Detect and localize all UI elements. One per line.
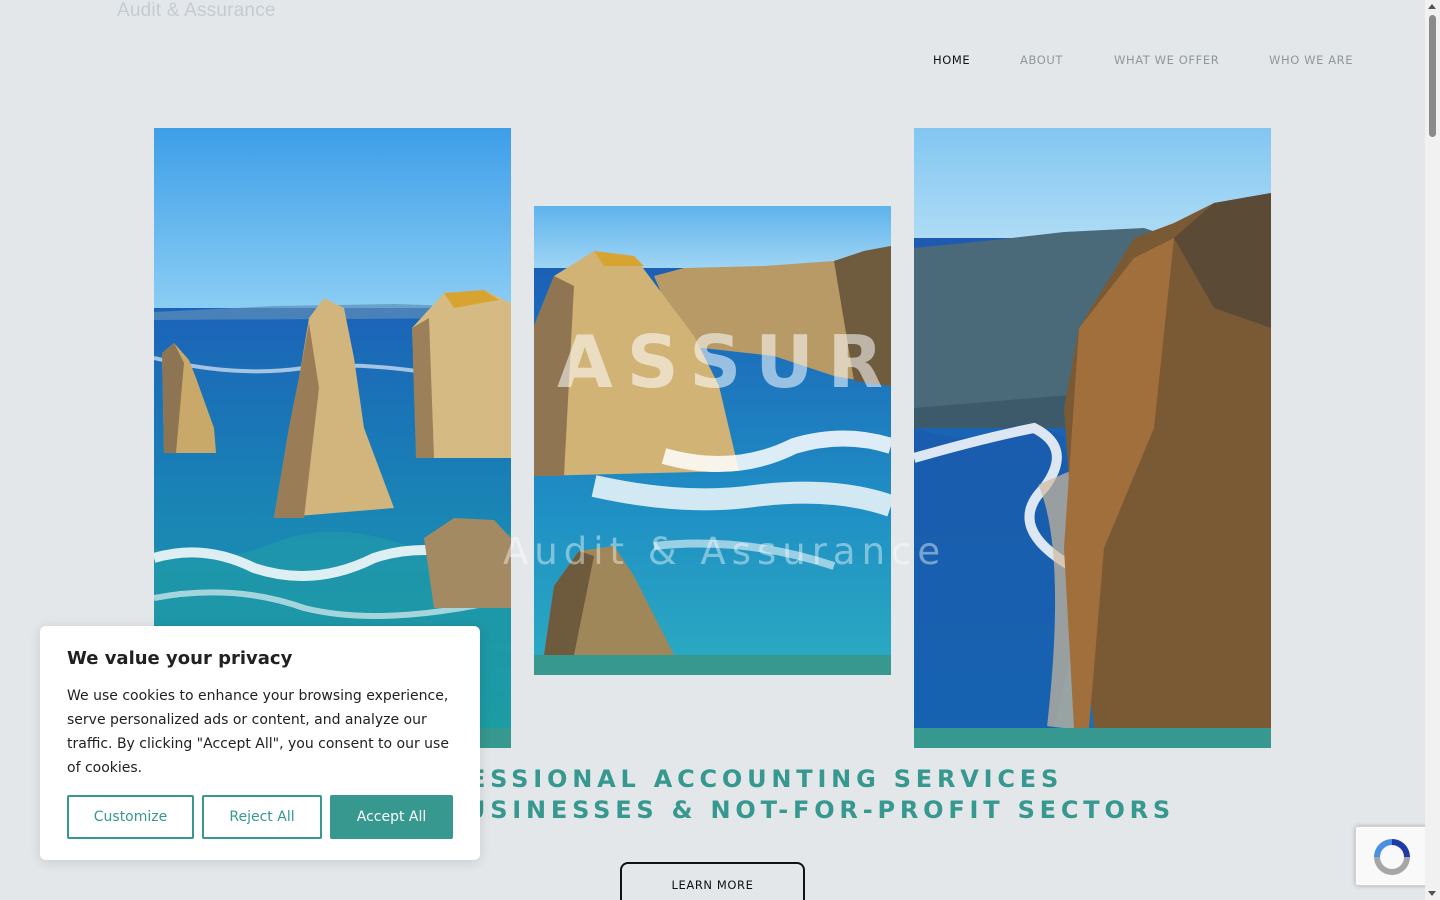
- nav-item-who-we-are[interactable]: WHO WE ARE: [1269, 53, 1353, 67]
- recaptcha-icon: [1374, 839, 1410, 875]
- panel-accent-bar: [534, 655, 891, 675]
- nav-item-home[interactable]: HOME: [933, 53, 970, 67]
- cookie-consent-banner: We value your privacy We use cookies to …: [40, 626, 480, 860]
- reject-all-button[interactable]: Reject All: [202, 795, 322, 839]
- recaptcha-badge[interactable]: [1355, 826, 1430, 886]
- hero-heading: ASSUR: [557, 320, 898, 404]
- customize-button[interactable]: Customize: [67, 795, 194, 839]
- hero-image-right: [914, 128, 1271, 748]
- coastal-cliffs-image-right: [914, 128, 1271, 728]
- scroll-up-arrow-icon[interactable]: [1428, 4, 1436, 9]
- coastal-rocks-image-middle: [534, 206, 891, 655]
- learn-more-button[interactable]: LEARN MORE: [620, 862, 805, 900]
- panel-accent-bar: [914, 728, 1271, 748]
- page-scrollbar[interactable]: [1425, 0, 1440, 900]
- site-logo[interactable]: Audit & Assurance: [117, 0, 276, 22]
- scroll-down-arrow-icon[interactable]: [1428, 891, 1436, 896]
- hero-image-middle: [534, 206, 891, 675]
- cookie-banner-text: We use cookies to enhance your browsing …: [67, 688, 449, 776]
- nav-item-what-we-offer[interactable]: WHAT WE OFFER: [1114, 53, 1219, 67]
- cookie-banner-title: We value your privacy: [67, 648, 293, 669]
- scrollbar-thumb[interactable]: [1429, 15, 1436, 137]
- accept-all-button[interactable]: Accept All: [330, 795, 453, 839]
- nav-item-about[interactable]: ABOUT: [1020, 53, 1063, 67]
- main-nav: HOME ABOUT WHAT WE OFFER WHO WE ARE: [0, 53, 1440, 73]
- hero-subtitle: Audit & Assurance: [503, 530, 947, 573]
